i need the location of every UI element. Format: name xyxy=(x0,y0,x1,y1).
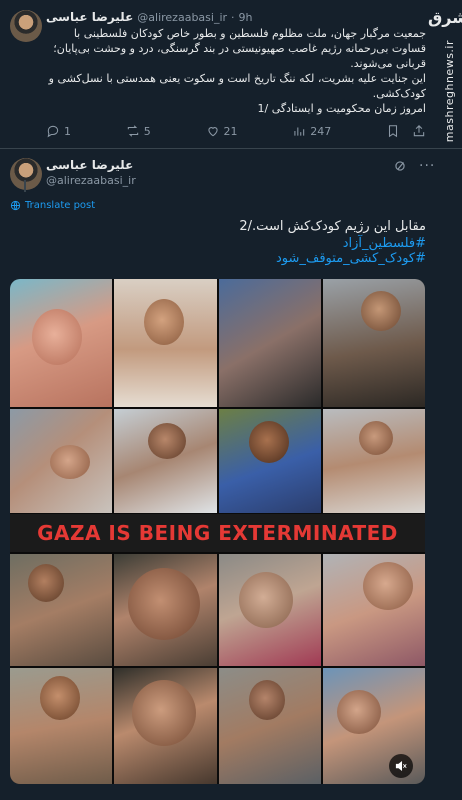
views-icon xyxy=(294,127,305,136)
photo-cell xyxy=(219,409,321,513)
photo-cell xyxy=(114,409,217,513)
photo-cell xyxy=(10,409,112,513)
photo-cell xyxy=(114,279,217,407)
mashregh-logo: مشرق xyxy=(428,8,462,27)
photo-cell xyxy=(10,554,112,666)
translate-link[interactable]: Translate post xyxy=(10,200,95,211)
tweet1-text: جمعیت مرگبار جهان، ملت مظلوم فلسطین و بط… xyxy=(48,27,426,115)
mute-button[interactable] xyxy=(389,754,413,778)
grok-icon[interactable] xyxy=(393,159,407,173)
repost-button[interactable]: 5 xyxy=(126,124,151,138)
banner-text: GAZA IS BEING EXTERMINATED xyxy=(10,514,425,552)
photo-cell xyxy=(219,279,321,407)
photo-cell xyxy=(323,409,425,513)
speaker-muted-icon xyxy=(395,761,407,771)
media-image[interactable]: GAZA IS BEING EXTERMINATED xyxy=(10,279,425,784)
photo-cell xyxy=(114,554,217,666)
photo-cell xyxy=(10,668,112,784)
thread-line xyxy=(24,180,26,192)
repost-icon xyxy=(127,125,138,137)
post-time[interactable]: 9h xyxy=(239,11,253,24)
photo-cell xyxy=(10,279,112,407)
photo-cell xyxy=(323,279,425,407)
divider xyxy=(0,148,462,149)
heart-icon xyxy=(207,127,218,137)
author-handle[interactable]: @alirezaabasi_ir xyxy=(46,174,136,187)
tweet2-header: علیرضا عباسی @alirezaabasi_ir xyxy=(46,158,136,187)
avatar[interactable] xyxy=(10,158,42,190)
share-icon[interactable] xyxy=(412,124,426,138)
author-name[interactable]: علیرضا عباسی xyxy=(46,158,136,172)
like-button[interactable]: 21 xyxy=(206,124,238,138)
site-watermark: mashreghnews.ir xyxy=(443,40,456,143)
tweet1-header: علیرضا عباسی @alirezaabasi_ir · 9h xyxy=(46,10,253,24)
hashtag-link[interactable]: #کودک_کشی_متوقف_شود xyxy=(10,251,426,266)
reply-icon xyxy=(47,125,59,138)
author-name[interactable]: علیرضا عباسی xyxy=(46,10,133,24)
hashtag-link[interactable]: #فلسطین_آزاد xyxy=(10,236,426,251)
views-button[interactable]: 247 xyxy=(292,124,331,138)
more-icon[interactable]: ··· xyxy=(419,158,435,174)
globe-icon xyxy=(10,200,21,211)
reply-button[interactable]: 1 xyxy=(46,124,71,138)
photo-cell xyxy=(219,554,321,666)
author-handle[interactable]: @alirezaabasi_ir xyxy=(137,11,227,24)
photo-cell xyxy=(114,668,217,784)
photo-cell xyxy=(219,668,321,784)
tweet1-actions: 1 5 21 247 xyxy=(46,124,426,138)
bookmark-icon[interactable] xyxy=(386,124,400,138)
avatar[interactable] xyxy=(10,10,42,42)
photo-cell xyxy=(323,554,425,666)
tweet2-text: مقابل این رژیم کودک‌کش است./2 #فلسطین_آز… xyxy=(10,218,426,266)
